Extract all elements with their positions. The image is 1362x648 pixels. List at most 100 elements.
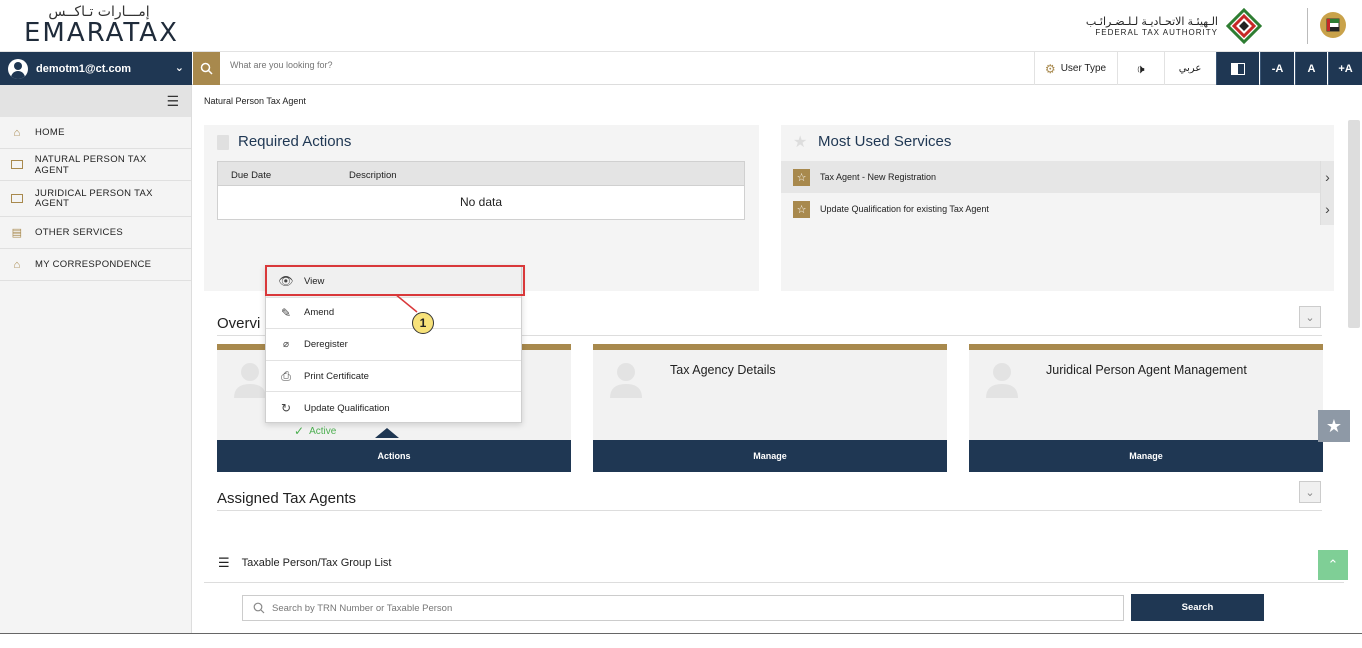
status-active-badge: ✓ Active — [294, 424, 336, 438]
menu-item-label: Update Qualification — [304, 402, 390, 414]
step-callout-badge: 1 — [412, 312, 434, 334]
fta-emblem-icon — [1226, 8, 1262, 44]
menu-item-label: Deregister — [304, 338, 348, 350]
clipboard-icon — [217, 135, 229, 150]
search-icon — [253, 602, 265, 614]
service-label: Tax Agent - New Registration — [820, 172, 937, 182]
service-label: Update Qualification for existing Tax Ag… — [820, 204, 989, 214]
fta-logo: الـهيئـة الاتحـاديـة لـلـضـرائـب FEDERAL… — [1086, 8, 1262, 44]
global-search-input[interactable] — [230, 60, 830, 70]
user-avatar-icon — [8, 58, 28, 79]
font-increase-label: +A — [1338, 62, 1353, 75]
font-decrease-button[interactable]: -A — [1260, 52, 1294, 85]
most-used-services-panel: ★ Most Used Services ☆ Tax Agent - New R… — [781, 125, 1334, 291]
fta-english-text: FEDERAL TAX AUTHORITY — [1095, 28, 1218, 37]
taxable-person-list-header: ☰ Taxable Person/Tax Group List — [218, 555, 391, 571]
user-type-button[interactable]: ⚙ User Type — [1034, 52, 1116, 85]
sidebar-item-label: MY CORRESPONDENCE — [35, 259, 152, 270]
menu-item-amend[interactable]: ✎ Amend — [266, 298, 521, 330]
audio-button[interactable]: 🕩 — [1117, 52, 1163, 85]
person-avatar-icon — [234, 363, 266, 398]
search-submit-button[interactable]: Search — [1131, 594, 1264, 621]
menu-item-print-certificate[interactable]: ⎙ Print Certificate — [266, 361, 521, 393]
font-normal-button[interactable]: A — [1295, 52, 1327, 85]
header-divider — [1307, 8, 1308, 44]
manage-button[interactable]: Manage — [593, 440, 947, 472]
chevron-down-icon: ⌄ — [1305, 311, 1315, 324]
refresh-icon: ↻ — [280, 401, 292, 416]
person-avatar-icon — [986, 363, 1018, 398]
language-toggle[interactable]: عربي — [1164, 52, 1215, 85]
trn-search-input[interactable]: Search by TRN Number or Taxable Person — [242, 595, 1124, 621]
edit-icon: ✎ — [280, 305, 292, 320]
card-title: Tax Agency Details — [670, 363, 776, 377]
search-icon — [200, 62, 213, 75]
building-icon: ⌂ — [13, 258, 21, 271]
double-chevron-up-icon: ⌃ — [1327, 557, 1339, 572]
card-title: Juridical Person Agent Management — [1046, 363, 1247, 377]
sidebar-item-my-correspondence[interactable]: ⌂ MY CORRESPONDENCE — [0, 249, 191, 281]
menu-item-label: Print Certificate — [304, 370, 369, 382]
contrast-icon — [1231, 62, 1245, 75]
user-email: demotm1@ct.com — [36, 62, 132, 75]
favorites-button[interactable]: ★ — [1318, 410, 1350, 442]
scrollbar[interactable] — [1348, 120, 1360, 328]
star-badge-icon: ☆ — [793, 168, 810, 186]
sidebar-item-home[interactable]: ⌂ HOME — [0, 117, 191, 149]
hamburger-icon: ☰ — [166, 92, 179, 109]
sidebar-item-natural-person-tax-agent[interactable]: NATURAL PERSON TAX AGENT — [0, 149, 191, 181]
user-type-label: User Type — [1060, 63, 1107, 74]
list-icon: ☰ — [218, 555, 230, 570]
chevron-right-icon: › — [1320, 193, 1334, 225]
required-actions-title: Required Actions — [238, 133, 352, 150]
chevron-right-icon: › — [1320, 161, 1334, 193]
assigned-tax-agents-title: Assigned Tax Agents — [217, 490, 356, 507]
font-decrease-label: -A — [1271, 62, 1284, 75]
column-header-due-date: Due Date — [231, 170, 272, 181]
menu-item-label: Amend — [304, 307, 335, 319]
callout-pointer — [395, 294, 418, 313]
speaker-icon: 🕩 — [1136, 60, 1145, 76]
list-title: Taxable Person/Tax Group List — [241, 557, 392, 569]
deregister-icon: ⌀ — [282, 338, 290, 350]
sidebar-item-other-services[interactable]: ▤ OTHER SERVICES — [0, 217, 191, 249]
manage-button[interactable]: Manage — [969, 440, 1323, 472]
most-used-services-title: Most Used Services — [818, 133, 952, 150]
search-button[interactable] — [193, 52, 220, 85]
home-icon: ⌂ — [13, 126, 21, 139]
sidebar-toggle[interactable]: ☰ — [0, 85, 191, 117]
chevron-down-icon: ⌄ — [1305, 486, 1315, 499]
person-avatar-icon — [610, 363, 642, 398]
sidebar-item-juridical-person-tax-agent[interactable]: JURIDICAL PERSON TAX AGENT — [0, 181, 191, 217]
gear-icon: ⚙ — [1044, 61, 1056, 76]
font-normal-label: A — [1307, 62, 1316, 75]
font-increase-button[interactable]: +A — [1328, 52, 1362, 85]
assigned-collapse-button[interactable]: ⌄ — [1299, 481, 1321, 503]
emaratax-logo[interactable]: إمـــارات تـاكــس EMARATAX — [24, 4, 179, 48]
status-label: Active — [309, 425, 337, 437]
service-item-update-qualification[interactable]: ☆ Update Qualification for existing Tax … — [781, 193, 1334, 225]
star-badge-icon: ☆ — [793, 200, 810, 218]
overview-collapse-button[interactable]: ⌄ — [1299, 306, 1321, 328]
menu-item-update-qualification[interactable]: ↻ Update Qualification — [266, 392, 521, 424]
star-icon: ★ — [793, 134, 808, 151]
service-item-new-registration[interactable]: ☆ Tax Agent - New Registration › — [781, 161, 1334, 193]
highlight-annotation-box — [265, 265, 525, 296]
contrast-button[interactable] — [1216, 52, 1259, 85]
document-icon: ▤ — [11, 227, 23, 239]
column-header-description: Description — [349, 170, 397, 181]
actions-button[interactable]: Actions — [217, 440, 571, 472]
overview-card-tax-agency-details: Tax Agency Details Manage — [593, 344, 947, 472]
arabic-label: عربي — [1178, 63, 1202, 74]
scroll-to-top-button[interactable]: ⌃ — [1318, 550, 1348, 580]
page-bottom-border — [0, 633, 1362, 634]
required-actions-empty: No data — [217, 186, 745, 220]
user-menu[interactable]: demotm1@ct.com ⌄ — [0, 52, 192, 85]
utility-bar: demotm1@ct.com ⌄ ⚙ User Type 🕩 عربي -A A… — [0, 52, 1362, 85]
top-header: إمـــارات تـاكــس EMARATAX الـهيئـة الات… — [0, 0, 1362, 52]
menu-item-deregister[interactable]: ⌀ Deregister — [266, 329, 521, 361]
sidebar-item-label: HOME — [35, 127, 65, 138]
breadcrumb: Natural Person Tax Agent — [204, 96, 306, 106]
logo-english-text: EMARATAX — [24, 18, 179, 48]
check-circle-icon: ✓ — [294, 424, 305, 438]
